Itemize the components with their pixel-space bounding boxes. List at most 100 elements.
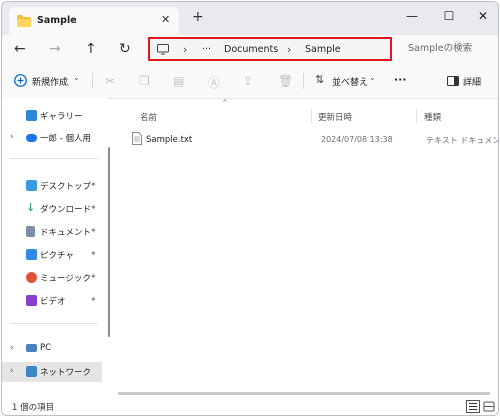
sort-icon: ⇅ [315, 73, 325, 86]
details-pane-icon [447, 76, 459, 86]
forward-button[interactable]: → [49, 41, 61, 57]
sidebar-item-label: ビデオ [40, 297, 66, 307]
sidebar-item-label: ミュージック [40, 274, 91, 284]
file-name: Sample.txt [146, 135, 193, 145]
command-bar: 新規作成 ⌄ ✂ ❐ ▤ Ⓐ ⇪ 🗑 ⇅ 並べ替え ⌄ ··· 詳細 [2, 64, 498, 99]
tab-title: Sample [37, 15, 77, 26]
tab-sample[interactable]: Sample ✕ [9, 7, 179, 35]
back-button[interactable]: ← [14, 41, 26, 57]
sort-ascending-icon: ^ [222, 99, 228, 107]
computer-icon [157, 44, 169, 55]
list-view-icon [469, 403, 477, 410]
column-header-name[interactable]: 名前 [140, 111, 157, 123]
music-icon [26, 272, 37, 283]
chevron-down-icon: ⌄ [369, 73, 376, 82]
computer-icon [26, 344, 37, 352]
chevron-down-icon: ⌄ [73, 73, 80, 82]
breadcrumb-more[interactable]: ··· [202, 44, 211, 55]
breadcrumb-documents[interactable]: Documents [224, 44, 278, 55]
sidebar-item-desktop[interactable]: デスクトップ ✦ [2, 176, 102, 196]
refresh-button[interactable]: ↻ [119, 41, 131, 57]
sidebar-item-label: ネットワーク [40, 368, 92, 378]
column-divider[interactable] [416, 108, 417, 124]
tiles-view-button[interactable] [483, 400, 497, 413]
toolbar-divider [92, 73, 93, 89]
column-divider[interactable] [311, 108, 312, 124]
sidebar-item-onedrive[interactable]: › 一郎 - 個人用 [2, 128, 102, 148]
navigation-bar: ← → ↑ ↻ › ··· Documents › Sample Sampleの… [2, 35, 498, 64]
sidebar-item-gallery[interactable]: ギャラリー [2, 106, 102, 126]
sidebar-item-pc[interactable]: › PC [2, 339, 102, 359]
details-view-button[interactable] [466, 400, 480, 413]
status-bar: 1 個の項目 [2, 398, 498, 415]
sidebar-item-network[interactable]: › ネットワーク [2, 362, 102, 382]
sidebar-item-videos[interactable]: ビデオ ✦ [2, 291, 102, 311]
maximize-button[interactable]: ☐ [434, 5, 464, 27]
file-explorer-window: Sample ✕ + — ☐ ✕ ← → ↑ ↻ › ··· Documents… [1, 1, 499, 416]
pin-icon: ✦ [90, 272, 97, 281]
close-tab-icon[interactable]: ✕ [161, 13, 170, 26]
sidebar-item-label: ギャラリー [40, 112, 83, 122]
pin-icon: ✦ [90, 295, 97, 304]
grid-view-icon [483, 401, 495, 412]
cloud-icon [26, 134, 37, 142]
new-tab-button[interactable]: + [192, 9, 204, 25]
pin-icon: ✦ [90, 226, 97, 235]
sidebar-item-music[interactable]: ミュージック ✦ [2, 268, 102, 288]
up-button[interactable]: ↑ [85, 41, 97, 57]
text-file-icon [132, 132, 142, 145]
item-count: 1 個の項目 [12, 403, 55, 413]
sidebar-divider [10, 323, 98, 324]
sidebar-item-label: ドキュメント [40, 228, 92, 238]
toolbar-divider [303, 73, 304, 89]
delete-icon[interactable]: 🗑 [278, 74, 293, 88]
share-icon[interactable]: ⇪ [243, 74, 253, 88]
file-type: テキスト ドキュメント [426, 136, 498, 145]
details-button[interactable]: 詳細 [463, 75, 481, 88]
sidebar-scrollbar[interactable] [108, 147, 110, 337]
expand-icon[interactable]: › [10, 343, 14, 353]
sidebar-item-documents[interactable]: ドキュメント ✦ [2, 222, 102, 242]
close-window-button[interactable]: ✕ [468, 5, 498, 27]
title-bar: Sample ✕ + — ☐ ✕ [2, 2, 498, 35]
horizontal-scrollbar[interactable] [118, 392, 490, 395]
add-icon [14, 74, 27, 87]
download-icon: ↓ [26, 201, 36, 214]
breadcrumb-separator: › [287, 43, 292, 56]
sidebar-item-downloads[interactable]: ↓ ダウンロード ✦ [2, 199, 102, 219]
file-row[interactable]: Sample.txt 2024/07/08 13:38 テキスト ドキュメント [126, 132, 498, 150]
paste-icon[interactable]: ▤ [173, 74, 184, 88]
sort-button[interactable]: 並べ替え [332, 75, 368, 88]
expand-icon[interactable]: › [10, 132, 14, 142]
more-options-button[interactable]: ··· [394, 73, 407, 86]
rename-icon[interactable]: Ⓐ [208, 74, 220, 91]
navigation-pane: ギャラリー › 一郎 - 個人用 デスクトップ ✦ ↓ ダウンロード ✦ ドキュ… [2, 98, 106, 398]
sidebar-divider [10, 158, 98, 159]
pin-icon: ✦ [90, 203, 97, 212]
sidebar-item-label: ダウンロード [40, 205, 92, 215]
gallery-icon [26, 110, 37, 121]
pin-icon: ✦ [90, 180, 97, 189]
desktop-icon [26, 180, 37, 191]
expand-icon[interactable]: › [10, 366, 14, 376]
new-button[interactable]: 新規作成 [32, 75, 68, 88]
column-header-date[interactable]: 更新日時 [318, 111, 352, 123]
column-header-type[interactable]: 種類 [424, 111, 441, 123]
cut-icon[interactable]: ✂ [105, 74, 115, 88]
copy-icon[interactable]: ❐ [139, 74, 150, 88]
network-icon [26, 366, 37, 377]
sidebar-item-label: デスクトップ [40, 182, 92, 192]
file-modified-date: 2024/07/08 13:38 [321, 135, 393, 144]
sidebar-item-pictures[interactable]: ピクチャ ✦ [2, 245, 102, 265]
minimize-button[interactable]: — [397, 5, 427, 27]
document-icon [26, 226, 35, 237]
breadcrumb-separator: › [183, 43, 188, 56]
search-input[interactable]: Sampleの検索 [398, 39, 494, 59]
video-icon [26, 295, 37, 306]
pictures-icon [26, 249, 37, 260]
address-bar[interactable]: › ··· Documents › Sample [148, 37, 392, 61]
breadcrumb-sample[interactable]: Sample [305, 44, 341, 55]
pin-icon: ✦ [90, 249, 97, 258]
folder-icon [17, 15, 31, 27]
sidebar-item-label: PC [40, 343, 52, 353]
